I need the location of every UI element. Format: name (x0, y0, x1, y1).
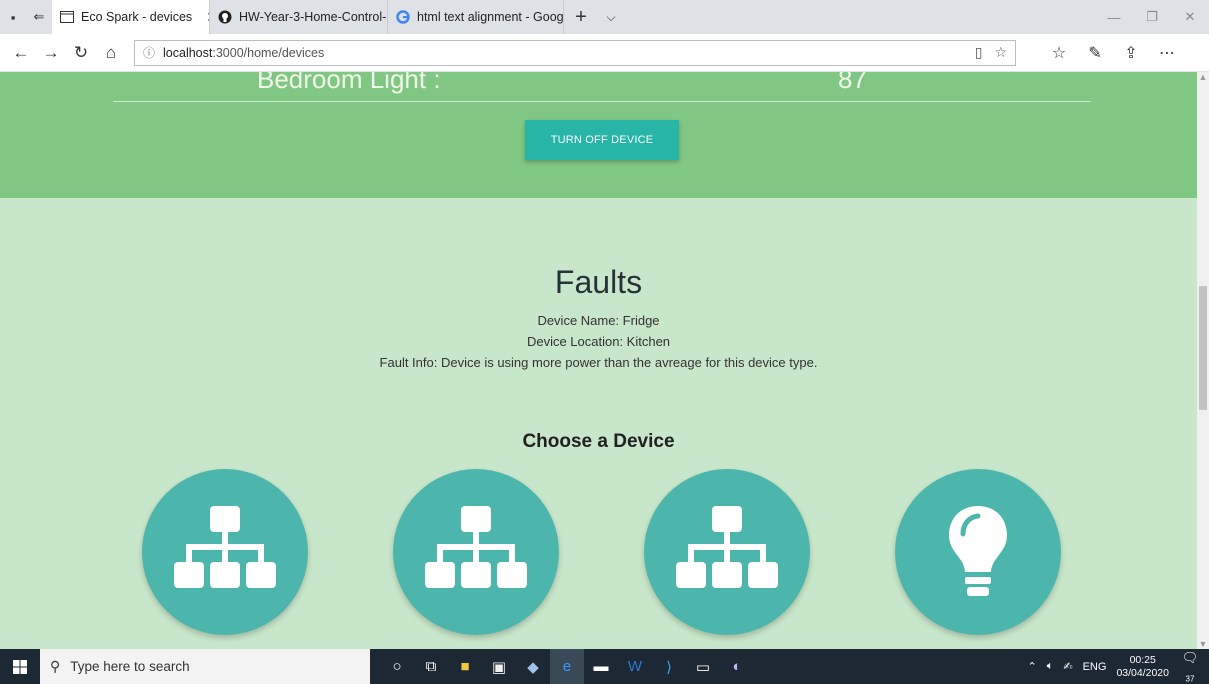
share-icon[interactable]: ⇪ (1116, 43, 1146, 63)
vscode-icon[interactable]: ⟩ (652, 649, 686, 684)
site-info-icon[interactable]: ⓘ (143, 44, 155, 61)
tab-github[interactable]: HW-Year-3-Home-Control-I (210, 0, 388, 34)
search-placeholder: Type here to search (70, 659, 190, 674)
tabs-aside-icon[interactable]: ⇐ (26, 0, 52, 34)
browser-titlebar: ▪ ⇐ Eco Spark - devices ✕ HW-Year-3-Home… (0, 0, 1209, 34)
scroll-up-icon[interactable]: ▲ (1197, 72, 1209, 82)
github-icon (218, 10, 232, 24)
notifications-icon[interactable]: 🗨︎37 (1179, 650, 1201, 684)
tab-label: html text alignment - Googl (417, 10, 564, 24)
fault-info: Fault Info: Device is using more power t… (379, 355, 818, 370)
device-option-4[interactable] (895, 469, 1061, 635)
forward-icon[interactable]: → (36, 38, 66, 68)
store-icon[interactable]: ▣ (482, 649, 516, 684)
tab-google[interactable]: html text alignment - Googl (388, 0, 564, 34)
choose-device-title: Choose a Device (522, 431, 675, 452)
page-scrollbar[interactable]: ▲ ▼ (1197, 72, 1209, 649)
reading-view-icon[interactable]: ▯ (975, 44, 983, 61)
url-host: localhost (163, 45, 213, 60)
taskbar-search[interactable]: ⚲ Type here to search (40, 649, 370, 684)
tab-label: Eco Spark - devices (81, 10, 193, 24)
search-icon: ⚲ (50, 658, 61, 674)
windows-taskbar: ⚲ Type here to search ○ ⧉ ■ ▣ ◆ e ▬ W ⟩ … (0, 649, 1209, 684)
page-icon (60, 10, 74, 24)
clock-time: 00:25 (1129, 653, 1156, 666)
network-icon (676, 506, 778, 588)
device-row: Bedroom Light : 87 (113, 72, 1091, 102)
device-value: 87 (838, 72, 867, 94)
word-icon[interactable]: W (618, 649, 652, 684)
terminal-icon[interactable]: ▬ (584, 649, 618, 684)
minimize-icon[interactable]: — (1095, 0, 1133, 34)
clock-date: 03/04/2020 (1116, 666, 1169, 679)
faults-title: Faults (554, 264, 643, 300)
back-icon[interactable]: ← (6, 38, 36, 68)
url-path: :3000/home/devices (212, 45, 325, 60)
volume-icon[interactable]: 🔈︎ (1047, 660, 1054, 673)
address-bar[interactable]: ⓘ localhost:3000/home/devices ▯ ☆ (134, 39, 1016, 66)
tab-eco-spark[interactable]: Eco Spark - devices ✕ (52, 0, 210, 34)
scrollbar-thumb[interactable] (1199, 286, 1207, 410)
cortana-icon[interactable]: ○ (380, 649, 414, 684)
device-name: Bedroom Light : (257, 72, 441, 94)
language-indicator[interactable]: ENG (1083, 661, 1107, 673)
tab-actions-icon[interactable]: ▪ (0, 0, 26, 34)
restore-icon[interactable]: ❐ (1133, 0, 1171, 34)
google-icon (396, 10, 410, 24)
device-option-1[interactable] (142, 469, 308, 635)
app-icon[interactable]: ◆ (516, 649, 550, 684)
device-option-2[interactable] (393, 469, 559, 635)
clock[interactable]: 00:25 03/04/2020 (1116, 654, 1169, 680)
fault-device-location: Device Location: Kitchen (526, 334, 671, 349)
file-explorer-icon[interactable]: ■ (448, 649, 482, 684)
pen-icon[interactable]: ✎ (1080, 43, 1110, 63)
pen-ink-icon[interactable]: ✍︎ (1063, 660, 1072, 673)
fault-device-name: Device Name: Fridge (537, 313, 660, 328)
tab-label: HW-Year-3-Home-Control-I (239, 10, 388, 24)
browser-navbar: ← → ↻ ⌂ ⓘ localhost:3000/home/devices ▯ … (0, 34, 1209, 72)
refresh-icon[interactable]: ↻ (66, 38, 96, 68)
turn-off-device-button[interactable]: TURN OFF DEVICE (525, 120, 679, 160)
device-option-3[interactable] (644, 469, 810, 635)
notification-count: 37 (1185, 674, 1195, 684)
network-icon (174, 506, 276, 588)
monitor-app-icon[interactable]: ▭ (686, 649, 720, 684)
more-icon[interactable]: ⋯ (1152, 43, 1182, 63)
page-viewport: Bedroom Light : 87 TURN OFF DEVICE Fault… (0, 72, 1197, 649)
edge-icon[interactable]: e (550, 649, 584, 684)
lightbulb-icon (949, 506, 1007, 596)
network-icon (425, 506, 527, 588)
scroll-down-icon[interactable]: ▼ (1197, 639, 1209, 649)
show-hidden-icons-icon[interactable]: ⌃ (1028, 660, 1037, 673)
close-window-icon[interactable]: ✕ (1171, 0, 1209, 34)
windows-start-icon[interactable] (0, 649, 40, 684)
favorites-list-icon[interactable]: ☆ (1044, 43, 1074, 63)
new-tab-icon[interactable]: + (564, 0, 598, 34)
favorite-star-icon[interactable]: ☆ (994, 44, 1007, 61)
eclipse-icon[interactable]: ◐ (720, 649, 754, 684)
home-icon[interactable]: ⌂ (96, 38, 126, 68)
device-control-panel: Bedroom Light : 87 TURN OFF DEVICE (0, 72, 1197, 198)
tabs-dropdown-icon[interactable]: ⌵ (598, 0, 624, 34)
task-view-icon[interactable]: ⧉ (414, 649, 448, 684)
